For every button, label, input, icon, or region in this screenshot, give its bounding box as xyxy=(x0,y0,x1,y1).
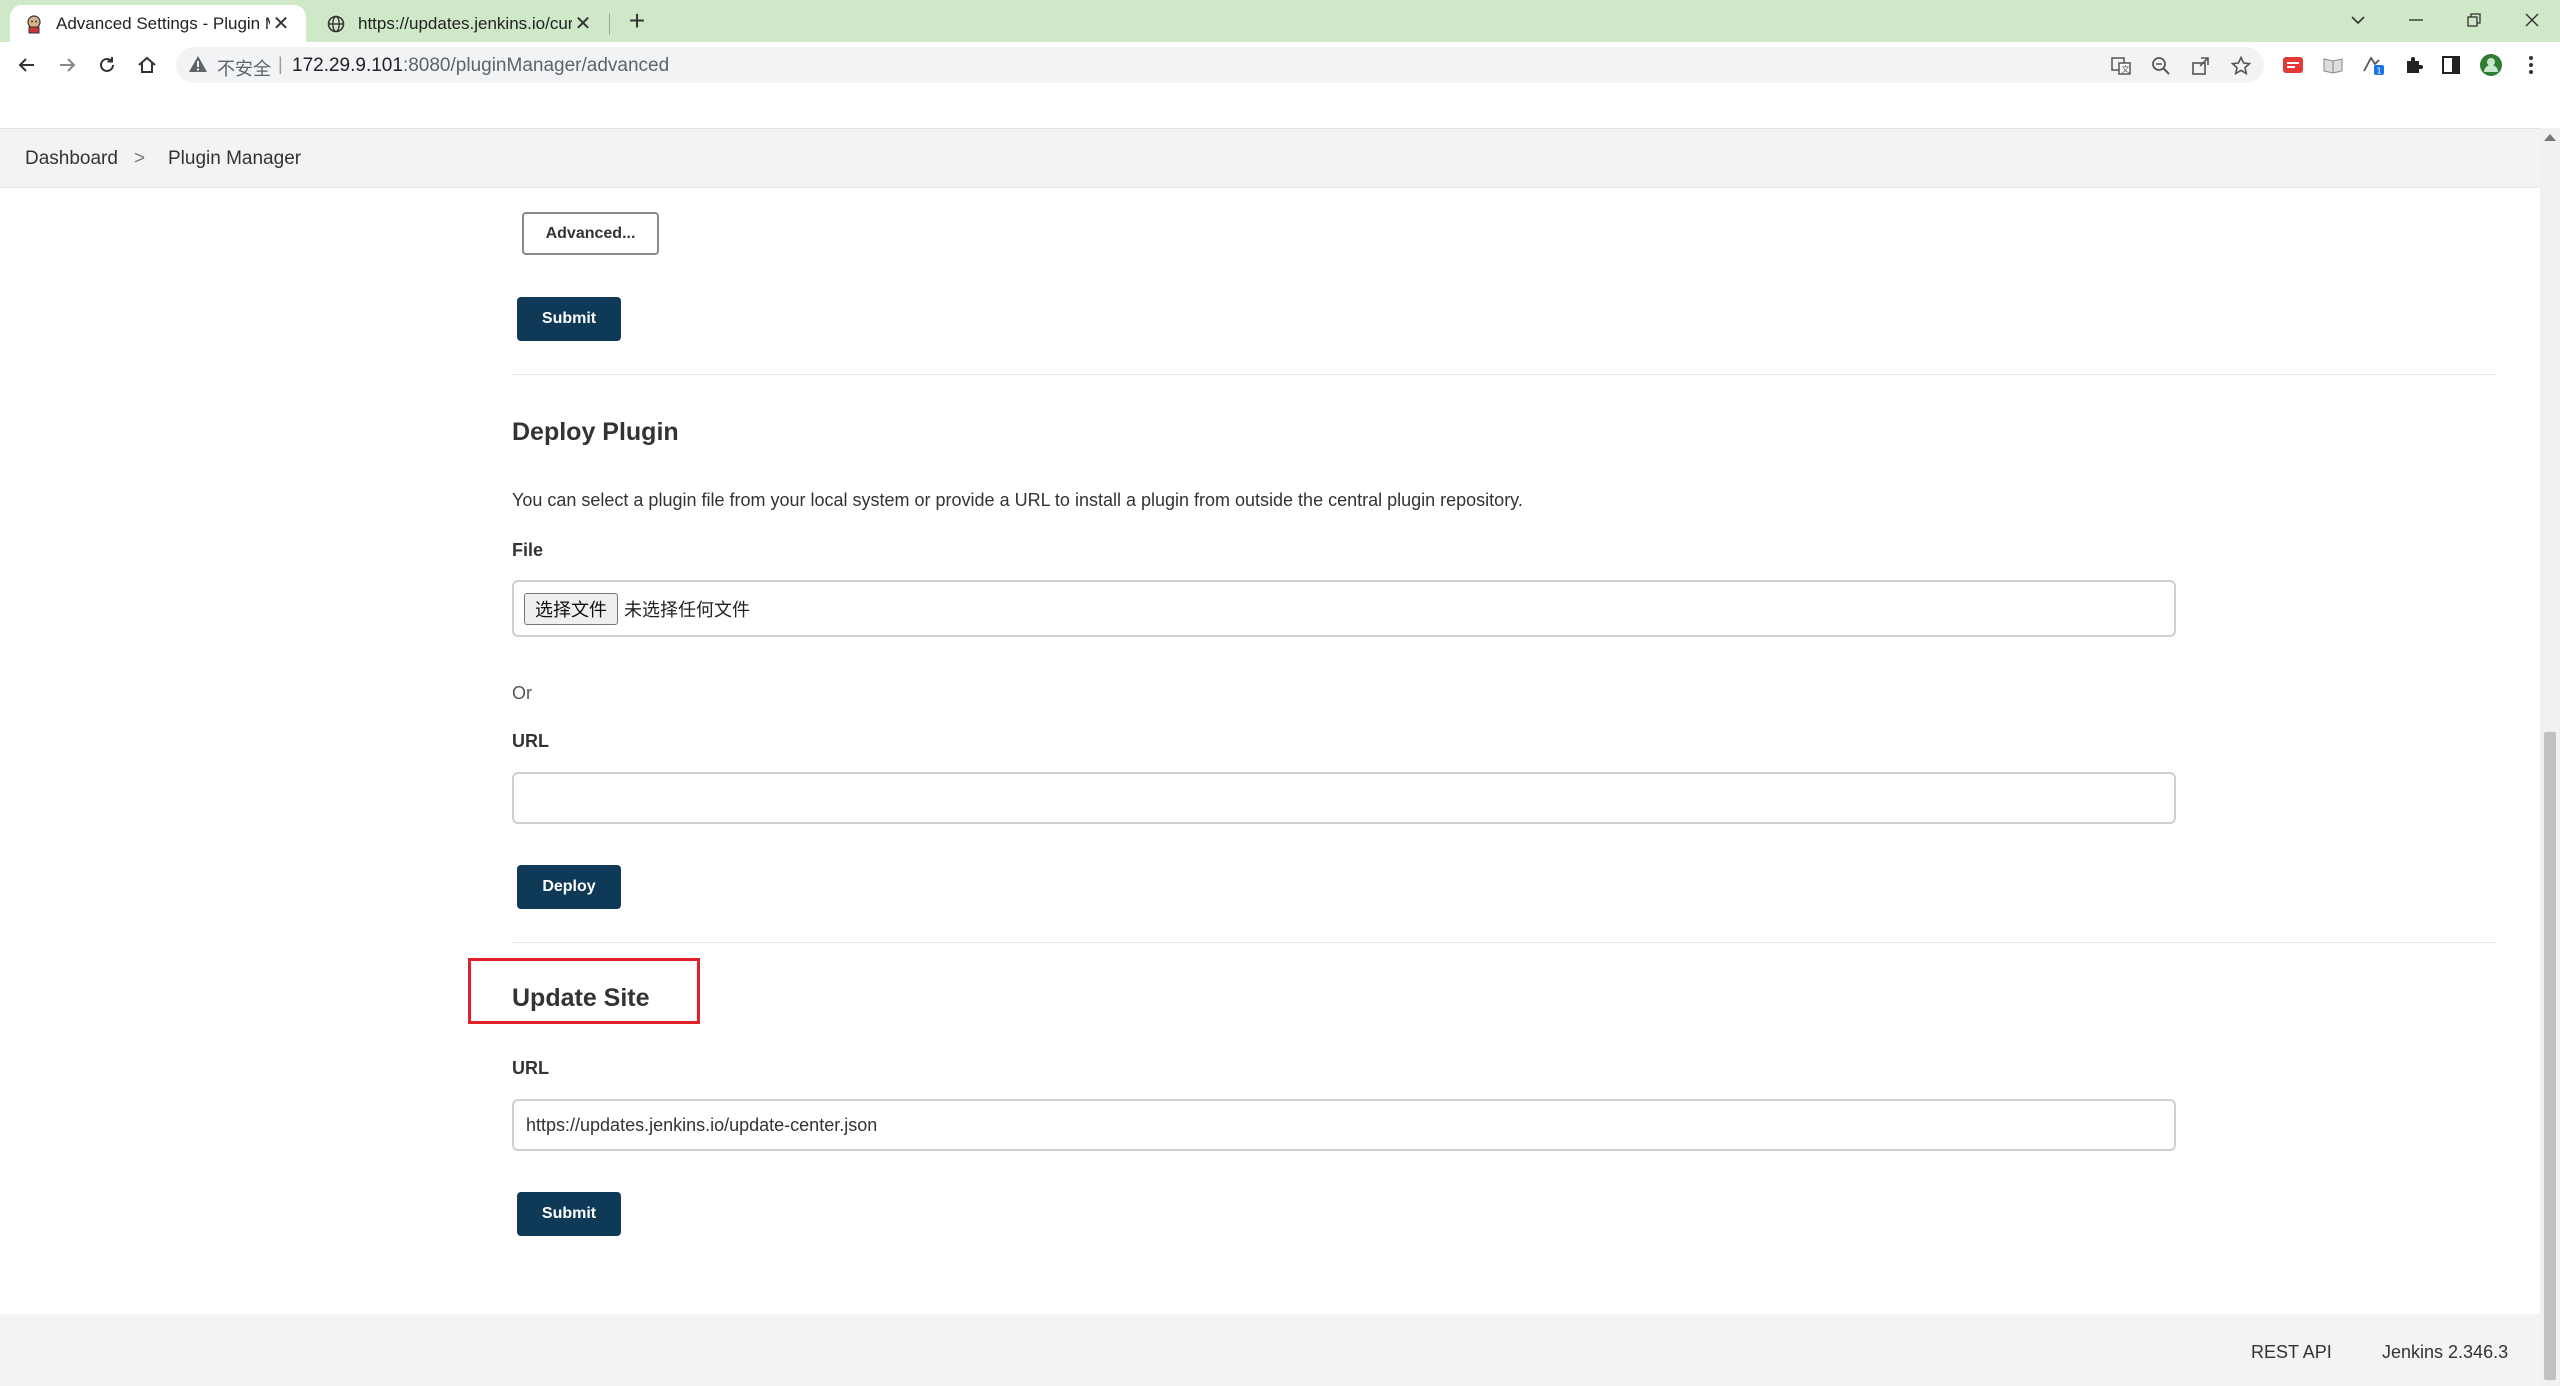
section-divider xyxy=(512,942,2495,943)
advanced-button[interactable]: Advanced... xyxy=(522,212,659,255)
update-site-url-field xyxy=(512,1099,2176,1151)
svg-text:文: 文 xyxy=(2122,64,2130,74)
deploy-plugin-heading: Deploy Plugin xyxy=(512,418,679,446)
minimize-button[interactable] xyxy=(2388,2,2444,38)
file-status-text: 未选择任何文件 xyxy=(624,599,750,621)
file-label: File xyxy=(512,540,544,560)
page-footer: REST API Jenkins 2.346.3 xyxy=(0,1314,2540,1386)
url-host: 172.29.9.101 xyxy=(292,55,403,76)
rest-api-link[interactable]: REST API xyxy=(2251,1342,2332,1363)
tab-title: Advanced Settings - Plugin M xyxy=(56,13,270,33)
address-divider: | xyxy=(278,54,283,74)
extensions-puzzle-icon[interactable] xyxy=(2398,50,2428,80)
scroll-up-arrow-icon[interactable] xyxy=(2544,134,2556,141)
or-label: Or xyxy=(512,683,532,703)
zoom-icon[interactable] xyxy=(2148,53,2174,79)
tab-strip: Advanced Settings - Plugin M ✕ https://u… xyxy=(0,0,2560,42)
browser-toolbar: 不安全 | 172.29.9.101:8080/pluginManager/ad… xyxy=(0,42,2560,88)
close-tab-icon[interactable]: ✕ xyxy=(572,13,594,35)
profile-avatar-icon[interactable] xyxy=(2476,50,2506,80)
section-divider xyxy=(512,374,2495,375)
deploy-url-field xyxy=(512,772,2176,824)
choose-file-button[interactable]: 选择文件 xyxy=(524,592,618,625)
home-icon[interactable] xyxy=(130,48,164,82)
update-site-url-label: URL xyxy=(512,1058,549,1078)
deploy-url-label: URL xyxy=(512,731,549,751)
extension-badge-icon[interactable]: 1 xyxy=(2358,50,2388,80)
scrollbar-thumb[interactable] xyxy=(2544,732,2556,1380)
deploy-url-input[interactable] xyxy=(514,774,2174,822)
tab-search-chevron-icon[interactable] xyxy=(2330,2,2386,38)
breadcrumb: Dashboard > Plugin Manager xyxy=(0,128,2540,188)
close-window-button[interactable] xyxy=(2504,2,2560,38)
close-tab-icon[interactable]: ✕ xyxy=(270,13,292,35)
tab-advanced-settings[interactable]: Advanced Settings - Plugin M ✕ xyxy=(10,5,306,42)
extension-red-icon[interactable] xyxy=(2278,50,2308,80)
deploy-plugin-description: You can select a plugin file from your l… xyxy=(512,490,1523,510)
globe-icon xyxy=(326,14,346,34)
translate-icon[interactable]: 文 xyxy=(2108,53,2134,79)
update-site-heading: Update Site xyxy=(512,984,650,1012)
restore-button[interactable] xyxy=(2446,2,2502,38)
address-url[interactable]: 172.29.9.101:8080/pluginManager/advanced xyxy=(292,55,669,77)
new-tab-button[interactable]: + xyxy=(622,7,652,37)
chevron-right-icon: > xyxy=(134,148,146,169)
browser-menu-icon[interactable] xyxy=(2516,50,2546,80)
deploy-button[interactable]: Deploy xyxy=(517,865,621,909)
update-site-url-input[interactable] xyxy=(514,1101,2174,1149)
jenkins-favicon-icon xyxy=(24,14,44,34)
url-path: :8080/pluginManager/advanced xyxy=(402,55,670,76)
breadcrumb-plugin-manager[interactable]: Plugin Manager xyxy=(168,148,301,170)
page-scrollbar[interactable] xyxy=(2540,128,2560,1386)
side-panel-icon[interactable] xyxy=(2436,50,2466,80)
svg-text:1: 1 xyxy=(2377,67,2382,76)
file-upload-field: 选择文件 未选择任何文件 xyxy=(512,580,2176,637)
breadcrumb-dashboard[interactable]: Dashboard xyxy=(25,148,118,170)
address-bar[interactable]: 不安全 | 172.29.9.101:8080/pluginManager/ad… xyxy=(176,47,2264,83)
tab-title: https://updates.jenkins.io/curr xyxy=(358,13,572,33)
warning-icon[interactable] xyxy=(188,55,208,78)
reload-icon[interactable] xyxy=(90,48,124,82)
bookmark-star-icon[interactable] xyxy=(2228,53,2254,79)
proxy-submit-button[interactable]: Submit xyxy=(517,297,621,341)
jenkins-version-link[interactable]: Jenkins 2.346.3 xyxy=(2382,1342,2508,1363)
forward-icon[interactable] xyxy=(50,48,84,82)
update-site-submit-button[interactable]: Submit xyxy=(517,1192,621,1236)
back-icon[interactable] xyxy=(10,48,44,82)
tab-divider xyxy=(609,13,610,35)
extension-reader-icon[interactable] xyxy=(2318,50,2348,80)
share-icon[interactable] xyxy=(2188,53,2214,79)
tab-update-center[interactable]: https://updates.jenkins.io/curr ✕ xyxy=(312,5,608,42)
insecure-label: 不安全 xyxy=(217,59,271,79)
